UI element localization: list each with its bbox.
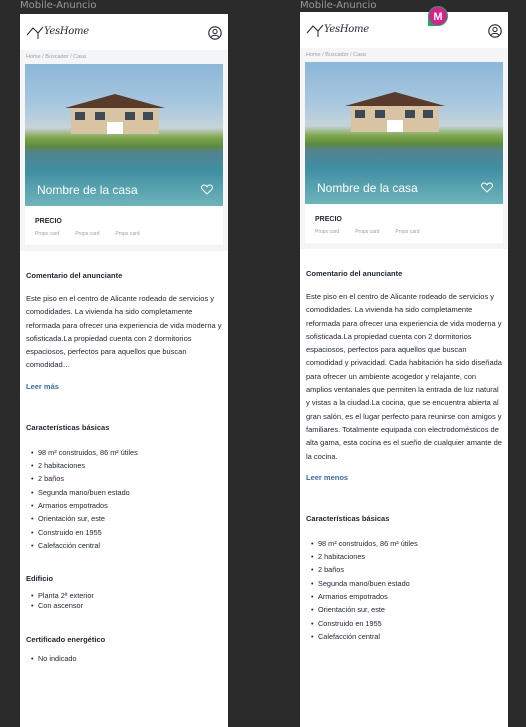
read-less-link[interactable]: Leer menos [306, 473, 502, 482]
list-item: 2 baños [306, 563, 502, 577]
header: YesHome [20, 14, 228, 50]
list-item: Segunda mano/buen estado [306, 577, 502, 591]
list-item: Orientación sur, este [26, 512, 222, 526]
features-heading: Características básicas [306, 513, 390, 523]
list-item: Con ascensor [26, 601, 222, 611]
features-section: Características básicas 98 m² construido… [300, 513, 508, 644]
list-item: Planta 2ª exterior [26, 591, 222, 601]
comment-section: Comentario del anunciante Este piso en e… [20, 271, 228, 391]
user-icon[interactable] [208, 26, 222, 40]
list-item: 2 baños [26, 472, 222, 486]
breadcrumb-search[interactable]: Buscador [325, 52, 348, 58]
house-illustration [345, 92, 445, 132]
energy-list: No indicado [26, 652, 222, 666]
comment-text: Este piso en el centro de Alicante rodea… [26, 294, 222, 370]
logo[interactable]: YesHome [26, 23, 89, 41]
features-list: 98 m² construidos, 86 m² útiles 2 habita… [26, 446, 222, 553]
list-item: Orientación sur, este [306, 603, 502, 617]
list-item: 98 m² construidos, 86 m² útiles [306, 537, 502, 551]
house-logo-icon [306, 24, 324, 37]
listing-info: PRECIO Props card Props card Props card [25, 206, 223, 245]
breadcrumb-home[interactable]: Home [26, 54, 41, 60]
logo-text: YesHome [44, 26, 89, 37]
props-row: Props card Props card Props card [305, 229, 503, 235]
user-icon[interactable] [488, 24, 502, 38]
features-list: 98 m² construidos, 86 m² útiles 2 habita… [306, 537, 502, 644]
building-heading: Edificio [26, 574, 54, 584]
energy-heading: Certificado energético [26, 635, 106, 645]
breadcrumb-sep: / [70, 54, 72, 60]
breadcrumb-home[interactable]: Home [306, 52, 321, 58]
prop-card: Props card [355, 229, 380, 235]
list-item: Calefacción central [26, 539, 222, 553]
breadcrumb-sep: / [350, 52, 352, 58]
prop-card: Props card [35, 231, 60, 237]
list-item: Calefacción central [306, 630, 502, 644]
list-item: Segunda mano/buen estado [26, 486, 222, 500]
breadcrumb-current: Casa [73, 54, 86, 60]
list-item: 2 habitaciones [26, 459, 222, 473]
breadcrumb-sep: / [322, 52, 324, 58]
house-illustration [65, 94, 165, 134]
header: YesHome [300, 12, 508, 48]
building-list: Planta 2ª exterior Con ascensor [26, 591, 222, 611]
heart-icon[interactable] [481, 182, 493, 193]
mobile-frame-collapsed: YesHome Home / Buscador / Casa Nombre de… [20, 14, 228, 727]
breadcrumb: Home / Buscador / Casa [300, 48, 508, 62]
comment-heading: Comentario del anunciante [26, 271, 123, 280]
avatar[interactable]: M [424, 2, 452, 30]
breadcrumb-sep: / [42, 54, 44, 60]
comment-section: Comentario del anunciante Este piso en e… [300, 269, 508, 482]
price: PRECIO [35, 218, 62, 225]
list-item: Armarios empotrados [306, 590, 502, 604]
listing-photo: Nombre de la casa [25, 64, 223, 206]
read-more-link[interactable]: Leer más [26, 382, 222, 391]
avatar-initial: M [433, 11, 442, 23]
prop-card: Props card [315, 229, 340, 235]
house-logo-icon [26, 26, 44, 39]
listing-title: Nombre de la casa [37, 183, 138, 197]
prop-card: Props card [75, 231, 100, 237]
listing-card[interactable]: Nombre de la casa PRECIO Props card Prop… [300, 62, 508, 249]
prop-card: Props card [115, 231, 140, 237]
listing-card[interactable]: Nombre de la casa PRECIO Props card Prop… [20, 64, 228, 251]
listing-title: Nombre de la casa [317, 181, 418, 195]
list-item: Armarios empotrados [26, 499, 222, 513]
breadcrumb-current: Casa [353, 52, 366, 58]
logo[interactable]: YesHome [306, 21, 369, 39]
prop-card: Props card [395, 229, 420, 235]
heart-icon[interactable] [201, 184, 213, 195]
list-item: 2 habitaciones [306, 550, 502, 564]
listing-info: PRECIO Props card Props card Props card [305, 204, 503, 243]
list-item: Construido en 1955 [306, 617, 502, 631]
listing-photo: Nombre de la casa [305, 62, 503, 204]
mobile-frame-expanded: YesHome Home / Buscador / Casa Nombre de… [300, 12, 508, 727]
breadcrumb-search[interactable]: Buscador [45, 54, 68, 60]
comment-text: Este piso en el centro de Alicante rodea… [306, 292, 502, 461]
building-section: Edificio Planta 2ª exterior Con ascensor [20, 574, 228, 611]
breadcrumb: Home / Buscador / Casa [20, 50, 228, 64]
props-row: Props card Props card Props card [25, 231, 223, 237]
energy-section: Certificado energético No indicado [20, 635, 228, 666]
features-heading: Características básicas [26, 422, 110, 432]
frame-label: Mobile-Anuncio [20, 0, 97, 11]
comment-heading: Comentario del anunciante [306, 269, 403, 278]
frame-label: Mobile-Anuncio [300, 0, 377, 11]
list-item: Construido en 1955 [26, 526, 222, 540]
features-section: Características básicas 98 m² construido… [20, 422, 228, 553]
list-item: 98 m² construidos, 86 m² útiles [26, 446, 222, 460]
list-item: No indicado [26, 652, 222, 666]
logo-text: YesHome [324, 24, 369, 35]
price: PRECIO [315, 216, 342, 223]
